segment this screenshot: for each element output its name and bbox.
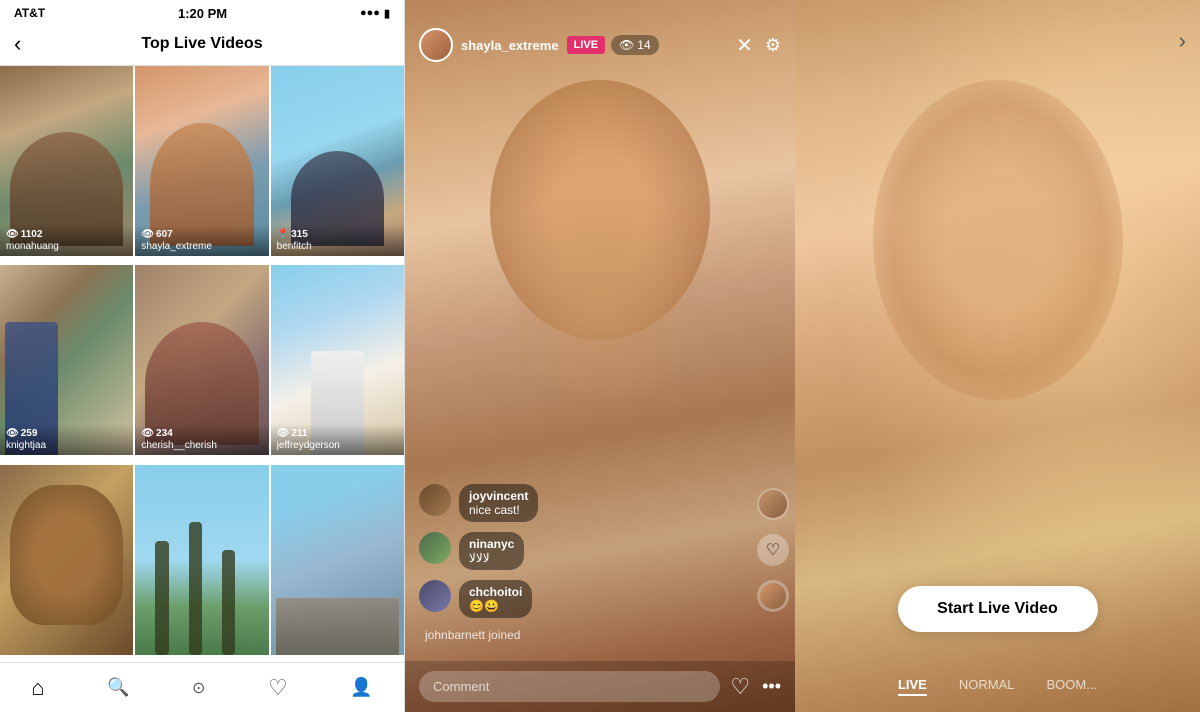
view-count-monahuang: 1102 [21, 229, 43, 240]
video-cell-cherish[interactable]: 👁234 cherish__cherish [135, 265, 268, 455]
view-count-knightjaa: 259 [21, 428, 38, 439]
right-top-bar: › [795, 0, 1200, 64]
username-shayla: shayla_extreme [141, 241, 262, 252]
username-benfitch: benfitch [277, 241, 398, 252]
stream-bottom-bar: ♡ ••• [405, 661, 795, 712]
battery-icon: ▮ [384, 7, 390, 20]
comment-avatar-nina [419, 532, 451, 564]
username-cherish: cherish__cherish [141, 440, 262, 451]
video-cell-shayla[interactable]: 👁607 shayla_extreme [135, 66, 268, 256]
settings-button[interactable]: ⚙ [765, 35, 781, 56]
next-arrow-button[interactable]: › [1179, 28, 1186, 54]
comment-bubble-nina: ninanyc لالالا [459, 532, 524, 570]
live-badge: LIVE [567, 36, 605, 54]
left-header: ‹ Top Live Videos [0, 22, 404, 66]
tab-boomerang[interactable]: BOOM... [1046, 677, 1097, 696]
more-button[interactable]: ••• [762, 676, 781, 697]
eye-icon: 👁 [6, 428, 19, 439]
eye-icon: 👁 [277, 428, 290, 439]
status-bar: AT&T 1:20 PM ●●● ▮ [0, 0, 404, 22]
eye-icon: 👁 [141, 428, 154, 439]
comment-user-joy: joyvincent [469, 489, 528, 503]
streamer-name: shayla_extreme [461, 38, 559, 53]
stream-header: shayla_extreme LIVE 👁 14 ✕ ⚙ [405, 0, 795, 72]
view-count-benfitch: 315 [291, 229, 308, 240]
camera-mode-tabs: LIVE NORMAL BOOM... [795, 665, 1200, 712]
video-cell-monahuang[interactable]: 👁1102 monahuang [0, 66, 133, 256]
comment-user-chch: chchoitoi [469, 585, 522, 599]
heart-button[interactable]: ♡ [730, 674, 750, 700]
viewer-number: 14 [637, 38, 650, 52]
start-live-video-button[interactable]: Start Live Video [898, 586, 1098, 632]
right-panel: › Start Live Video LIVE NORMAL BOOM... [795, 0, 1200, 712]
tab-live[interactable]: LIVE [898, 677, 927, 696]
side-heart-icon[interactable]: ♡ [757, 534, 789, 566]
signal-icon: ●●● [360, 7, 380, 19]
username-monahuang: monahuang [6, 241, 127, 252]
nav-heart-icon[interactable]: ♡ [252, 671, 304, 705]
tab-normal[interactable]: NORMAL [959, 677, 1015, 696]
side-actions: ♡ [757, 488, 789, 612]
eye-icon: 👁 [6, 229, 19, 240]
streamer-avatar [419, 28, 453, 62]
page-title: Top Live Videos [14, 35, 390, 53]
viewer-count: 👁 14 [611, 35, 659, 55]
comment-input[interactable] [419, 671, 720, 702]
middle-panel: shayla_extreme LIVE 👁 14 ✕ ⚙ joyvincent … [405, 0, 795, 712]
comment-avatar-joy [419, 484, 451, 516]
viewer-eye-icon: 👁 [619, 38, 634, 52]
comment-bubble-joy: joyvincent nice cast! [459, 484, 538, 522]
status-icons: ●●● ▮ [360, 7, 390, 20]
time: 1:20 PM [178, 6, 227, 21]
video-cell-knightjaa[interactable]: 👁259 knightjaa [0, 265, 133, 455]
username-knightjaa: knightjaa [6, 440, 127, 451]
comment-ninanyc: ninanyc لالالا [419, 532, 741, 570]
view-count-shayla: 607 [156, 229, 173, 240]
nav-search-icon[interactable]: 🔍 [91, 673, 145, 702]
comment-joyvincent: joyvincent nice cast! [419, 484, 741, 522]
left-panel: AT&T 1:20 PM ●●● ▮ ‹ Top Live Videos 👁11… [0, 0, 405, 712]
eye-icon: 👁 [141, 229, 154, 240]
video-cell-dog[interactable] [0, 465, 133, 655]
joined-notification: johnbarnett joined [419, 628, 741, 642]
comment-text-nina: لالالا [469, 551, 514, 565]
side-share-icon[interactable] [757, 580, 789, 612]
view-count-cherish: 234 [156, 428, 173, 439]
nav-home-icon[interactable]: ⌂ [15, 671, 60, 705]
comment-avatar-chch [419, 580, 451, 612]
video-cell-jeffrey[interactable]: 👁211 jeffreydgerson [271, 265, 404, 455]
username-jeffrey: jeffreydgerson [277, 440, 398, 451]
video-cell-beach2[interactable] [271, 465, 404, 655]
eye-icon: 📍 [277, 229, 289, 240]
comment-user-nina: ninanyc [469, 537, 514, 551]
comment-text-chch: 😊😀 [469, 599, 522, 613]
comment-chch: chchoitoi 😊😀 [419, 580, 741, 618]
video-grid: 👁1102 monahuang 👁607 shayla_extreme 📍315… [0, 66, 404, 662]
video-cell-palms[interactable] [135, 465, 268, 655]
side-avatar-icon[interactable] [757, 488, 789, 520]
video-cell-benfitch[interactable]: 📍315 benfitch [271, 66, 404, 256]
carrier: AT&T [14, 6, 45, 20]
comments-area: joyvincent nice cast! ninanyc لالالا chc… [405, 474, 755, 652]
nav-profile-icon[interactable]: 👤 [334, 673, 388, 702]
close-button[interactable]: ✕ [736, 33, 753, 58]
back-button[interactable]: ‹ [14, 31, 21, 57]
view-count-jeffrey: 211 [291, 428, 307, 439]
bottom-actions: ♡ ••• [730, 674, 781, 700]
comment-bubble-chch: chchoitoi 😊😀 [459, 580, 532, 618]
comment-text-joy: nice cast! [469, 503, 528, 517]
bottom-nav: ⌂ 🔍 ⊙ ♡ 👤 [0, 662, 404, 712]
nav-camera-icon[interactable]: ⊙ [176, 674, 221, 702]
